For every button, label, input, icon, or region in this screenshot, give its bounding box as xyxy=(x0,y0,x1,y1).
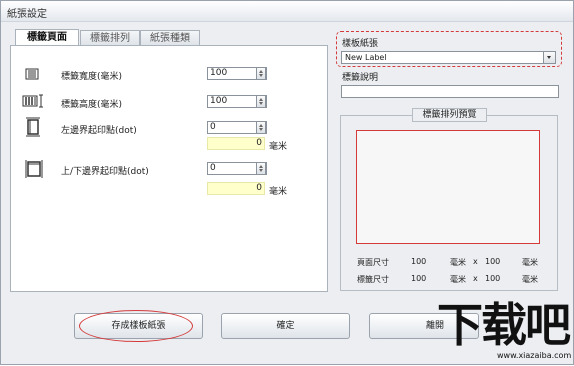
preview-canvas xyxy=(356,130,540,244)
top-margin-unit: 毫米 xyxy=(269,187,288,197)
label-times-sign: x xyxy=(473,274,478,283)
page-height-unit: 毫米 xyxy=(522,258,538,267)
label-height-unit: 毫米 xyxy=(522,275,538,284)
page-width-value: 100 xyxy=(411,257,427,266)
label-height-label: 標籤高度(毫米) xyxy=(61,100,123,110)
label-width-spinner[interactable] xyxy=(256,67,266,80)
page-size-label: 頁面尺寸 xyxy=(357,258,389,267)
description-input[interactable] xyxy=(341,85,559,98)
preview-title: 標籤排列預覽 xyxy=(412,108,487,122)
label-width-label: 標籤寬度(毫米) xyxy=(61,72,123,82)
template-select[interactable]: New Label xyxy=(341,51,556,64)
tab-paper-type[interactable]: 紙張種類 xyxy=(140,30,200,45)
ok-button[interactable]: 確定 xyxy=(221,313,350,339)
template-select-value: New Label xyxy=(345,53,387,62)
top-margin-label: 上/下邊界起印點(dot) xyxy=(61,167,149,177)
left-margin-icon xyxy=(26,117,40,137)
label-width-unit: 毫米 xyxy=(450,275,466,284)
paper-settings-window: 紙張設定 標籤頁面 標籤排列 紙張種類 標籤寬度(毫米) 100 標籤高度(毫米… xyxy=(0,0,574,365)
page-width-unit: 毫米 xyxy=(450,258,466,267)
save-template-button[interactable]: 存成樣板紙張 xyxy=(74,313,203,339)
tab-label-layout[interactable]: 標籤排列 xyxy=(80,30,140,45)
top-margin-icon xyxy=(25,160,43,178)
description-label: 標籤說明 xyxy=(342,73,379,83)
left-margin-spinner[interactable] xyxy=(256,121,266,134)
label-width-icon xyxy=(25,68,39,80)
left-margin-label: 左邊界起印點(dot) xyxy=(61,126,137,136)
page-times-sign: x xyxy=(473,257,478,266)
title-bar[interactable]: 紙張設定 xyxy=(1,1,573,22)
label-height-spinner[interactable] xyxy=(256,95,266,108)
chevron-down-icon[interactable] xyxy=(543,52,555,63)
label-width-value: 100 xyxy=(411,274,427,283)
site-watermark: 下载吧 www.xiazaiba.com xyxy=(437,299,574,366)
top-margin-mm-readout: 0 xyxy=(207,182,265,195)
top-margin-spinner[interactable] xyxy=(256,162,266,175)
left-margin-unit: 毫米 xyxy=(269,142,288,152)
label-size-label: 標籤尺寸 xyxy=(357,275,389,284)
left-margin-mm-readout: 0 xyxy=(207,137,265,150)
label-height-value: 100 xyxy=(485,274,501,283)
window-title: 紙張設定 xyxy=(7,9,47,20)
label-height-icon xyxy=(22,94,43,108)
template-label: 樣板紙張 xyxy=(342,39,379,49)
watermark-url: www.xiazaiba.com xyxy=(497,351,572,360)
page-height-value: 100 xyxy=(485,257,501,266)
watermark-logo: 下载吧 xyxy=(437,298,571,352)
tab-label-page[interactable]: 標籤頁面 xyxy=(15,29,79,46)
tab-panel xyxy=(10,45,328,292)
